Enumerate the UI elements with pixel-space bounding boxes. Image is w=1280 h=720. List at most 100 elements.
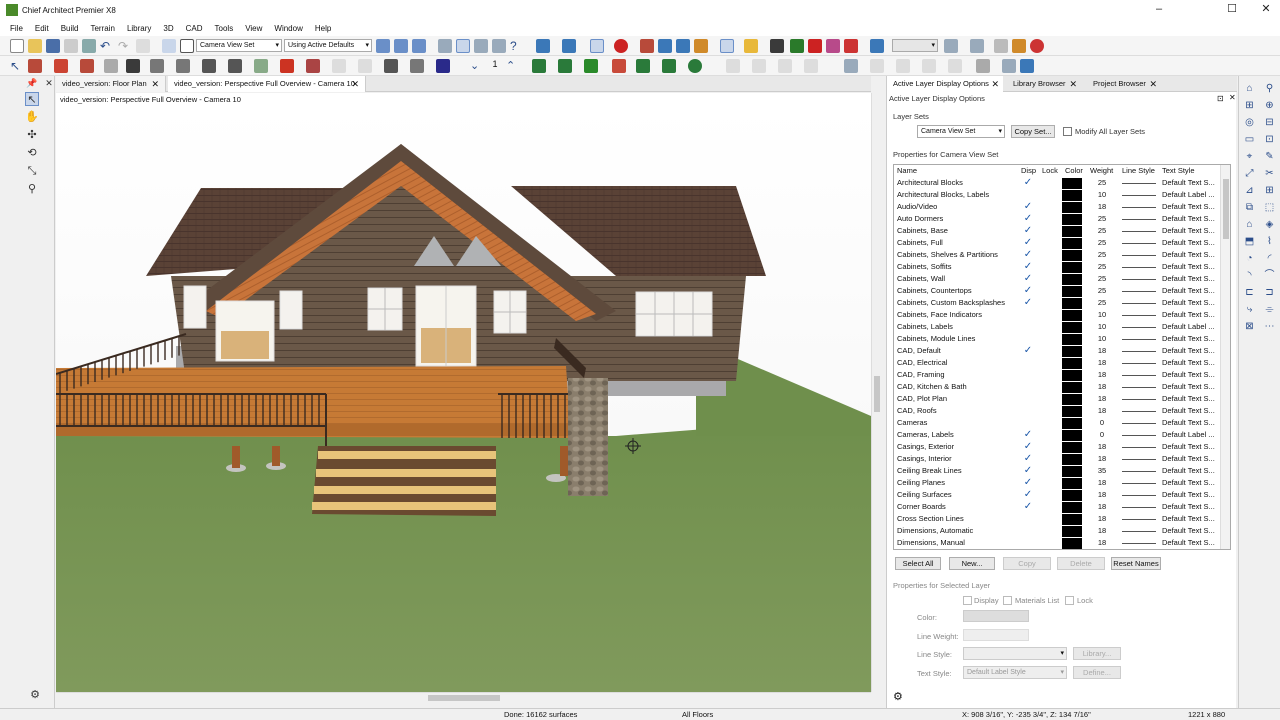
layer-color-swatch[interactable] — [1062, 250, 1082, 261]
redo-icon[interactable]: ↷ — [118, 39, 132, 53]
table-row[interactable]: Cabinets, Wall ✓ 25 Default Text S... — [894, 273, 1220, 285]
table-row[interactable]: Cabinets, Soffits ✓ 25 Default Text S... — [894, 261, 1220, 273]
eyedropper-icon[interactable] — [844, 39, 858, 53]
table-row[interactable]: Cabinets, Countertops ✓ 25 Default Text S..… — [894, 285, 1220, 297]
move-icon[interactable] — [770, 39, 784, 53]
layer-line-style[interactable] — [1122, 195, 1156, 196]
materials-list-checkbox[interactable] — [1003, 596, 1012, 605]
close-tab-icon[interactable]: ✕ — [1149, 76, 1157, 92]
menu-build[interactable]: Build — [55, 24, 85, 33]
side-tool-icon[interactable]: ⊐ — [1263, 286, 1276, 299]
copy-layer-button[interactable]: Copy — [1003, 557, 1051, 570]
display-checkmark-icon[interactable]: ✓ — [1022, 237, 1034, 249]
display-checkmark-icon[interactable]: ✓ — [1022, 225, 1034, 237]
layer-color-swatch[interactable] — [1062, 454, 1082, 465]
settings-gear-icon[interactable]: ⚙ — [28, 688, 42, 702]
layer-line-style[interactable] — [1122, 411, 1156, 412]
close-button[interactable]: ✕ — [1252, 3, 1280, 17]
sun-icon[interactable] — [676, 39, 690, 53]
table-row[interactable]: Cabinets, Full ✓ 25 Default Text S... — [894, 237, 1220, 249]
display-checkmark-icon[interactable]: ✓ — [1022, 345, 1034, 357]
layer-color-swatch[interactable] — [1062, 490, 1082, 501]
side-tool-icon[interactable]: ⧉ — [1243, 201, 1256, 214]
edit-tool-icon[interactable] — [844, 59, 858, 73]
side-tool-icon[interactable]: ◜ — [1263, 252, 1276, 265]
walkthrough-icon[interactable] — [590, 39, 604, 53]
fill-icon[interactable] — [944, 39, 958, 53]
tab-project-browser[interactable]: Project Browser ✕ — [1087, 76, 1161, 92]
tab-active-layer-display[interactable]: Active Layer Display Options ✕ — [887, 76, 1003, 92]
layer-line-style[interactable] — [1122, 471, 1156, 472]
layer-color-swatch[interactable] — [1062, 514, 1082, 525]
select-objects-icon[interactable] — [720, 39, 734, 53]
layer-color-swatch[interactable] — [1062, 226, 1082, 237]
side-tool-icon[interactable]: ✂ — [1263, 167, 1276, 180]
layer-line-style[interactable] — [1122, 435, 1156, 436]
layer-color-swatch[interactable] — [1062, 430, 1082, 441]
fence-icon[interactable] — [636, 59, 650, 73]
display-checkmark-icon[interactable]: ✓ — [1022, 297, 1034, 309]
side-tool-icon[interactable]: ⌂ — [1243, 82, 1256, 95]
new-file-icon[interactable] — [10, 39, 24, 53]
text-tool-icon[interactable] — [332, 59, 346, 73]
table-row[interactable]: Cross Section Lines 18 Default Text S... — [894, 513, 1220, 525]
table-row[interactable]: CAD, Electrical 18 Default Text S... — [894, 357, 1220, 369]
measure-icon[interactable] — [790, 39, 804, 53]
layer-line-style[interactable] — [1122, 543, 1156, 544]
layer-line-style[interactable] — [1122, 339, 1156, 340]
step-value[interactable]: 1 — [488, 59, 502, 73]
layer-color-swatch[interactable] — [1062, 442, 1082, 453]
layer-line-style[interactable] — [1122, 303, 1156, 304]
menu-view[interactable]: View — [239, 24, 268, 33]
layer-line-style[interactable] — [1122, 495, 1156, 496]
display-checkmark-icon[interactable]: ✓ — [1022, 273, 1034, 285]
side-tool-icon[interactable]: ⌖ — [1243, 150, 1256, 163]
house-icon[interactable] — [384, 59, 398, 73]
table-row[interactable]: Ceiling Planes ✓ 18 Default Text S... — [894, 477, 1220, 489]
menu-file[interactable]: File — [4, 24, 29, 33]
layer-line-style[interactable] — [1122, 483, 1156, 484]
arrow-up-icon[interactable]: ⌃ — [506, 59, 520, 73]
table-row[interactable]: CAD, Default ✓ 18 Default Text S... — [894, 345, 1220, 357]
display-checkmark-icon[interactable]: ✓ — [1022, 201, 1034, 213]
offset-tool-icon[interactable] — [948, 59, 962, 73]
menu-library[interactable]: Library — [121, 24, 157, 33]
plant-icon[interactable] — [532, 59, 546, 73]
layer-color-swatch[interactable] — [1062, 238, 1082, 249]
layer-color-swatch[interactable] — [1062, 178, 1082, 189]
layer-color-swatch[interactable] — [1062, 370, 1082, 381]
pan-hand-icon[interactable]: ✋ — [25, 110, 39, 124]
save-icon[interactable] — [46, 39, 60, 53]
side-tool-icon[interactable]: ⊡ — [1263, 133, 1276, 146]
electrical-icon[interactable] — [104, 59, 118, 73]
display-checkmark-icon[interactable]: ✓ — [1022, 465, 1034, 477]
stairs-icon[interactable] — [126, 59, 140, 73]
layer-line-style[interactable] — [1122, 243, 1156, 244]
wall-icon[interactable] — [28, 59, 42, 73]
edit-camera-icon[interactable]: ⚲ — [25, 182, 39, 196]
layer-color-swatch[interactable] — [1062, 382, 1082, 393]
layer-color-swatch[interactable] — [1062, 310, 1082, 321]
table-row[interactable]: Auto Dormers ✓ 25 Default Text S... — [894, 213, 1220, 225]
layer-color-swatch[interactable] — [1062, 406, 1082, 417]
layer-set-icon[interactable] — [162, 39, 176, 53]
grade-icon[interactable] — [662, 59, 676, 73]
display-checkbox[interactable] — [963, 596, 972, 605]
side-tool-icon[interactable]: ⌂ — [1243, 218, 1256, 231]
reset-names-button[interactable]: Reset Names — [1111, 557, 1161, 570]
vertical-scrollbar[interactable] — [871, 93, 881, 692]
layer-line-style[interactable] — [1122, 255, 1156, 256]
side-tool-icon[interactable]: ⊞ — [1263, 184, 1276, 197]
layer-color-swatch[interactable] — [1062, 322, 1082, 333]
angle-snap-icon[interactable] — [492, 39, 506, 53]
mountain-icon[interactable] — [584, 59, 598, 73]
display-checkmark-icon[interactable]: ✓ — [1022, 177, 1034, 189]
layer-line-style[interactable] — [1122, 399, 1156, 400]
table-row[interactable]: Cabinets, Labels 10 Default Label ... — [894, 321, 1220, 333]
dimension-icon[interactable] — [150, 59, 164, 73]
column-text-style[interactable]: Text Style — [1162, 165, 1195, 177]
layer-stack-icon[interactable] — [870, 39, 884, 53]
layer-set-dropdown[interactable]: Camera View Set — [917, 125, 1005, 138]
copy-set-button[interactable]: Copy Set... — [1011, 125, 1055, 138]
modify-all-checkbox[interactable] — [1063, 127, 1072, 136]
